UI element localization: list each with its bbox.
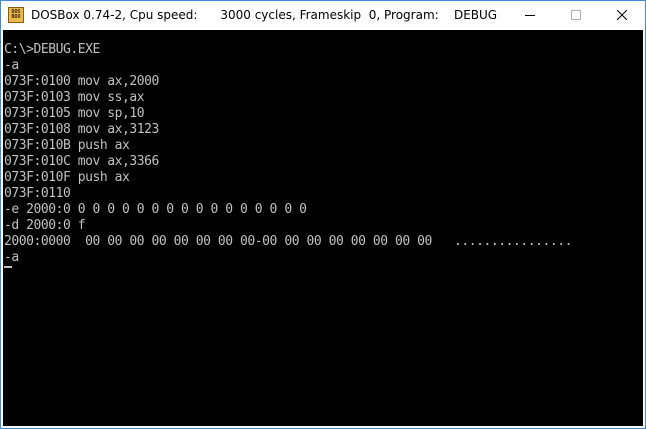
maximize-icon (571, 10, 581, 20)
text-cursor (4, 266, 12, 268)
console-line: 073F:0103 mov ss,ax (4, 90, 145, 105)
console-prompt-line[interactable]: -a (4, 250, 572, 266)
minimize-icon (525, 15, 535, 16)
console-line: -a (4, 58, 19, 73)
icon-text-bottom: BOX (11, 14, 21, 20)
console-line: 073F:0110 (4, 186, 71, 201)
console-line: 073F:0105 mov sp,10 (4, 106, 145, 121)
dosbox-icon[interactable]: DOS BOX (8, 7, 24, 23)
window-title: DOSBox 0.74-2, Cpu speed: 3000 cycles, F… (31, 8, 498, 22)
maximize-button[interactable] (553, 1, 599, 29)
console-line: 073F:010C mov ax,3366 (4, 154, 159, 169)
minimize-button[interactable] (507, 1, 553, 29)
console-line: -e 2000:0 0 0 0 0 0 0 0 0 0 0 0 0 0 0 0 … (4, 202, 307, 217)
console-line: 073F:0100 mov ax,2000 (4, 74, 159, 89)
dos-console[interactable]: C:\>DEBUG.EXE -a 073F:0100 mov ax,2000 0… (3, 30, 643, 426)
close-icon (617, 10, 627, 20)
console-line: C:\>DEBUG.EXE (4, 42, 100, 57)
console-line: 2000:0000 00 00 00 00 00 00 00 00-00 00 … (4, 234, 573, 249)
caption-buttons (507, 1, 645, 29)
console-output: C:\>DEBUG.EXE -a 073F:0100 mov ax,2000 0… (4, 42, 572, 266)
title-bar[interactable]: DOS BOX DOSBox 0.74-2, Cpu speed: 3000 c… (1, 1, 645, 29)
close-button[interactable] (599, 1, 645, 29)
console-line: 073F:010B push ax (4, 138, 130, 153)
console-line: -d 2000:0 f (4, 218, 86, 233)
dosbox-window: DOS BOX DOSBox 0.74-2, Cpu speed: 3000 c… (0, 0, 646, 429)
console-line: 073F:0108 mov ax,3123 (4, 122, 159, 137)
console-line: 073F:010F push ax (4, 170, 130, 185)
